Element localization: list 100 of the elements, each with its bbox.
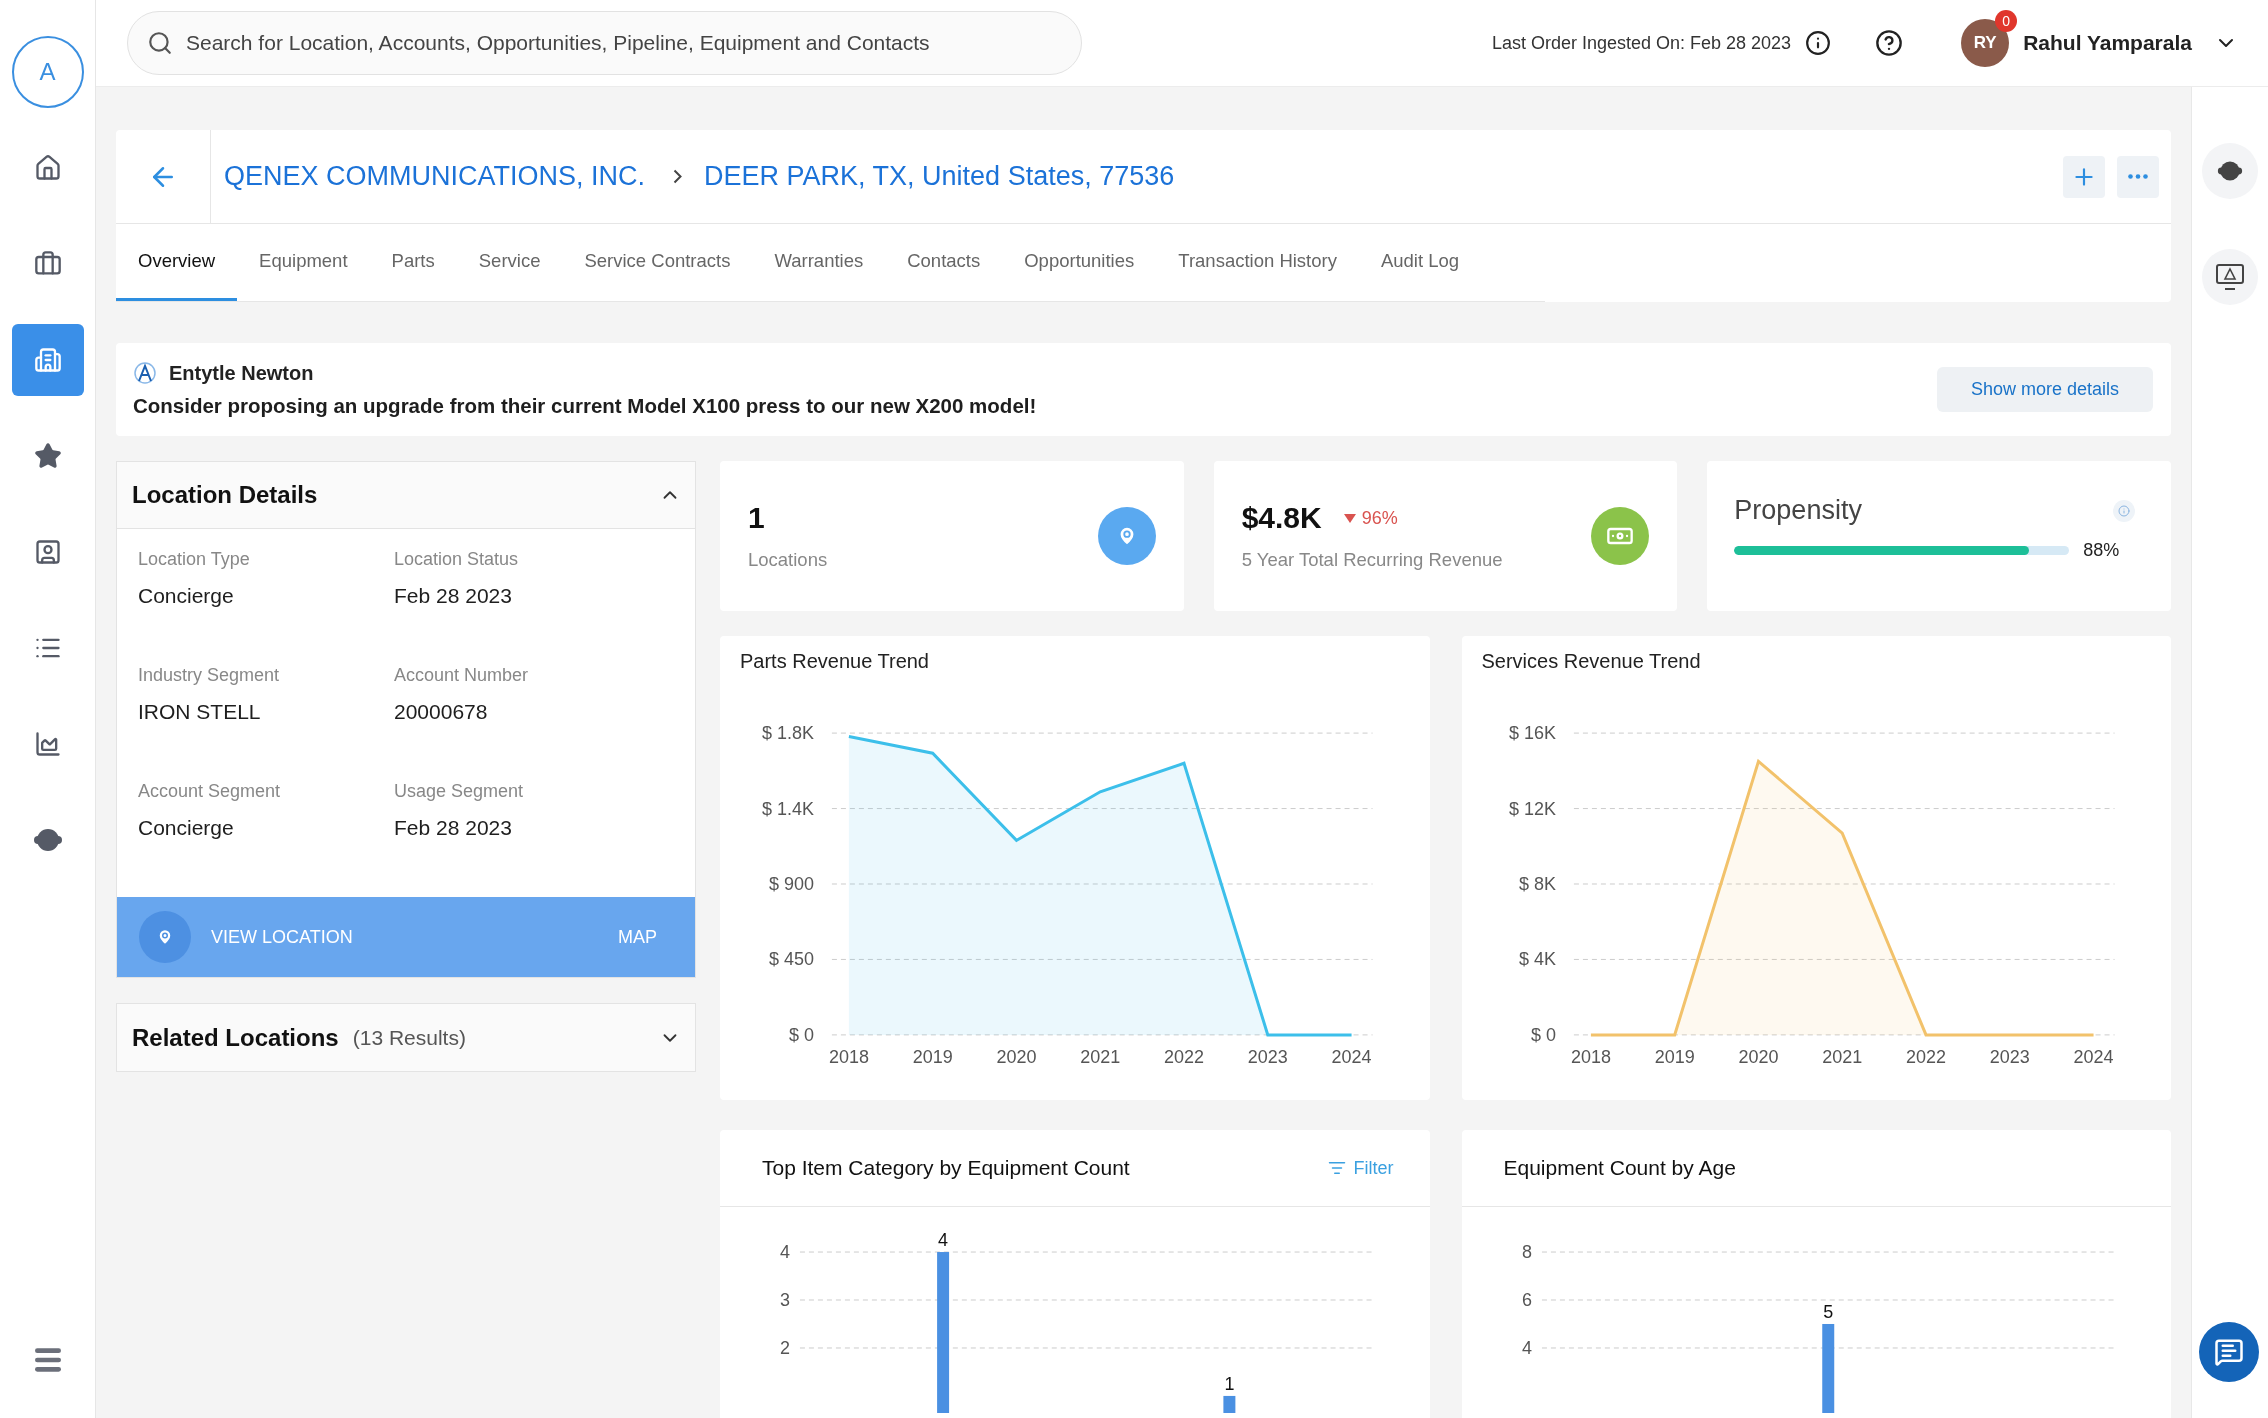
breadcrumb-link[interactable]: DEER PARK, TX, United States, 77536 (704, 161, 1175, 192)
star-icon (33, 442, 62, 470)
monitor-alert-button[interactable] (2202, 249, 2258, 305)
y-axis-label: 8 (1521, 1242, 1532, 1263)
tab[interactable]: Service Contracts (562, 224, 753, 301)
author-name: Entytle Newton (169, 361, 314, 385)
filter-icon (1327, 1159, 1346, 1177)
logo-icon (133, 361, 157, 385)
search-icon (147, 30, 173, 56)
chart-title: Top Item Category by Equipment Count (762, 1156, 1130, 1180)
chart-title: Equipment Count by Age (1503, 1156, 1736, 1180)
sidebar-item[interactable] (11, 324, 84, 396)
x-axis-label: 2019 (912, 1046, 953, 1067)
field-value: 20000678 (394, 700, 489, 724)
y-axis-label: $ 12K (1508, 798, 1556, 819)
change-percent: 96% (1361, 507, 1398, 529)
tab[interactable]: Parts (369, 224, 457, 301)
field-label: Account Segment (138, 781, 282, 802)
data-label: 4 (938, 1230, 949, 1251)
chat-icon (2214, 1337, 2244, 1367)
y-axis-label: $ 450 (768, 949, 814, 970)
x-axis-label: 2021 (1080, 1046, 1121, 1067)
tab[interactable]: Warranties (752, 224, 886, 301)
x-axis-label: 2024 (2073, 1046, 2114, 1067)
stat-label: 5 Year Total Recurring Revenue (1241, 549, 1503, 571)
x-axis-label: 2023 (1247, 1046, 1288, 1067)
field-label: Industry Segment (138, 665, 281, 686)
field-label: Location Status (394, 549, 520, 570)
tab[interactable]: Service (456, 224, 563, 301)
more-icon (2128, 174, 2148, 179)
map-pin-icon (139, 911, 191, 963)
tab[interactable]: Contacts (885, 224, 1003, 301)
x-axis-label: 2022 (1905, 1046, 1946, 1067)
tab[interactable]: Equipment (237, 224, 370, 301)
info-icon[interactable] (1805, 30, 1832, 56)
notification-badge: 0 (1995, 10, 2018, 32)
tab[interactable]: Audit Log (1358, 224, 1482, 301)
x-axis-label: 2022 (1164, 1046, 1204, 1067)
y-axis-label: $ 0 (788, 1024, 814, 1045)
field-value: Concierge (138, 584, 235, 608)
field-label: Location Type (138, 549, 251, 570)
x-axis-label: 2020 (996, 1046, 1037, 1067)
x-axis-label: 2018 (828, 1046, 869, 1067)
avatar[interactable]: A (11, 36, 84, 108)
y-axis-label: 6 (1521, 1290, 1532, 1310)
panel-title: Related Locations (132, 1023, 339, 1052)
x-axis-label: 2021 (1821, 1046, 1862, 1067)
field-value: Feb 28 2023 (394, 584, 513, 608)
bar (1223, 1395, 1236, 1413)
add-button[interactable] (2063, 155, 2105, 198)
y-axis-label: 4 (1521, 1337, 1532, 1358)
banknote-icon (1591, 507, 1650, 565)
tab[interactable]: Opportunities (1002, 224, 1157, 301)
y-axis-label: $ 900 (768, 874, 814, 894)
tab[interactable]: Transaction History (1156, 224, 1359, 301)
panel-title: Location Details (132, 481, 318, 509)
area-chart-icon (33, 730, 62, 758)
tab[interactable]: Overview (116, 224, 238, 301)
last-order-text: Last Order Ingested On: Feb 28 2023 (1491, 32, 1792, 54)
data-label: 1 (1224, 1373, 1235, 1394)
chevron-right-icon (673, 169, 683, 184)
x-axis-label: 2024 (1331, 1046, 1372, 1067)
y-axis-label: $ 0 (1530, 1024, 1556, 1045)
progress-reading: 88% (2083, 540, 2120, 561)
field-value: IRON STELL (138, 700, 262, 724)
breadcrumb-link[interactable]: QENEX COMMUNICATIONS, INC. (224, 161, 646, 192)
contact-card-icon (33, 538, 62, 566)
data-label: 5 (1822, 1302, 1833, 1322)
filter-button[interactable]: Filter (1321, 1156, 1400, 1180)
user-name[interactable]: Rahul Yamparala (2023, 31, 2192, 55)
insight-message: Consider proposing an upgrade from their current Model X100 press to our new X200 model! (133, 394, 1037, 418)
field-value: Concierge (138, 816, 235, 840)
building-icon (33, 346, 62, 374)
x-axis-label: 2018 (1570, 1046, 1611, 1067)
propensity-title: Propensity (1734, 495, 1862, 526)
view-location-label: VIEW LOCATION (211, 926, 353, 948)
field-value: Feb 28 2023 (394, 816, 513, 840)
y-axis-label: 4 (779, 1242, 790, 1263)
y-axis-label: 3 (779, 1290, 790, 1310)
field-label: Usage Segment (394, 781, 525, 802)
help-icon[interactable] (1875, 29, 1904, 57)
search-field[interactable]: Search for Location, Accounts, Opportunities, Pipeline, Equipment and Contacts (127, 11, 1082, 75)
y-axis-label: $ 16K (1508, 723, 1556, 744)
result-count: (13 Results) (352, 1025, 466, 1050)
y-axis-label: $ 8K (1518, 874, 1556, 894)
monitor-warning-icon (2215, 263, 2245, 291)
x-axis-label: 2020 (1737, 1046, 1778, 1067)
map-pin-icon (1097, 507, 1156, 565)
show-more-button[interactable]: Show more details (1936, 367, 2153, 412)
stat-value: $4.8K (1241, 501, 1322, 535)
briefcase-icon (33, 250, 62, 278)
chart-title: Services Revenue Trend (1480, 649, 1702, 674)
home-icon (33, 154, 62, 182)
y-axis-label: 2 (779, 1337, 790, 1358)
x-axis-label: 2023 (1989, 1046, 2030, 1067)
chart-title: Parts Revenue Trend (739, 649, 930, 674)
stat-label: Locations (748, 549, 828, 571)
stat-value: 1 (748, 501, 766, 535)
y-axis-label: $ 4K (1518, 949, 1556, 970)
x-axis-label: 2019 (1654, 1046, 1695, 1067)
